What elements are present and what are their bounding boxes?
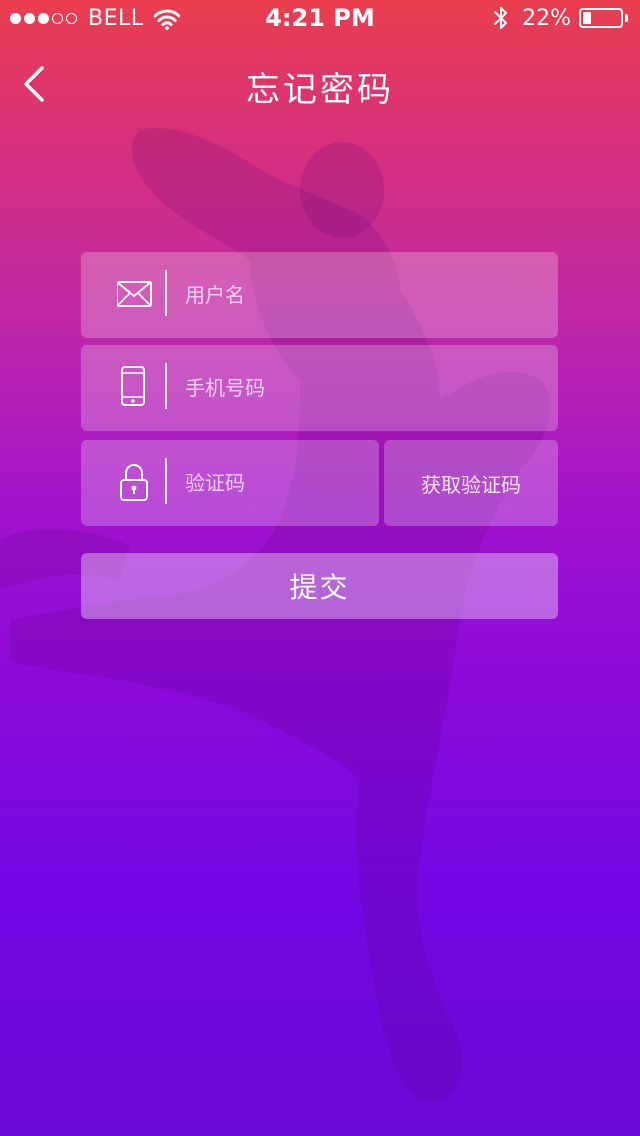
battery-level-fill [583,12,591,24]
lock-icon [120,464,148,501]
battery-cap [625,14,628,22]
verification-code-input[interactable] [185,440,365,526]
bluetooth-icon [494,7,508,29]
battery-percentage: 22% [522,5,571,31]
phone-icon [121,366,145,406]
get-code-button[interactable]: 获取验证码 [384,440,558,526]
battery-icon [579,8,623,28]
phone-input[interactable] [185,345,525,431]
status-bar: BELL 4:21 PM 22% [0,0,640,40]
username-input[interactable] [185,252,525,338]
field-divider [165,458,167,504]
username-field [81,252,558,338]
submit-button[interactable]: 提交 [81,553,558,619]
field-divider [165,363,167,409]
code-field [81,440,379,526]
mail-icon [117,281,152,307]
page-title: 忘记密码 [246,70,394,110]
phone-field [81,345,558,431]
status-right: 22% [492,5,628,31]
field-divider [165,270,167,316]
